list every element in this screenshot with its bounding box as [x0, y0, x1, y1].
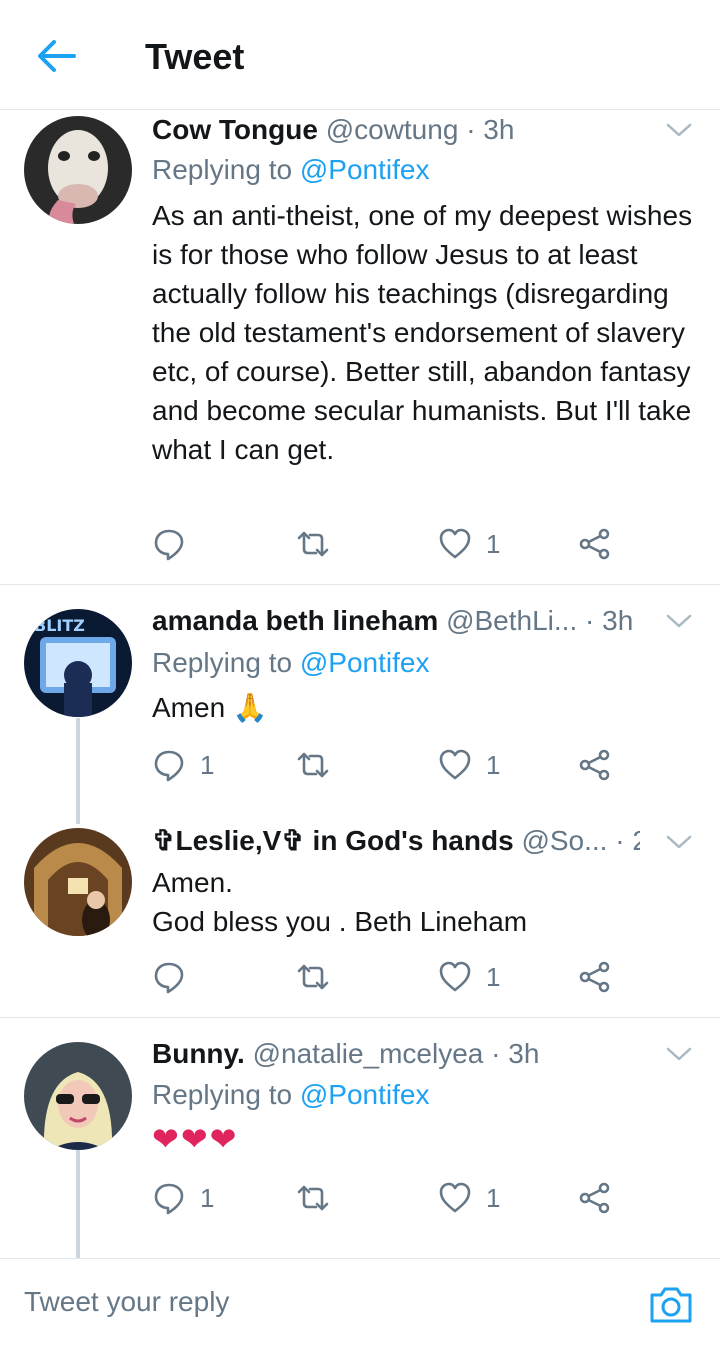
avatar[interactable]: [24, 116, 132, 224]
display-name[interactable]: Bunny.: [152, 1038, 245, 1069]
tweet-text: As an anti-theist, one of my deepest wis…: [152, 200, 693, 465]
timestamp: 3h: [508, 1038, 540, 1069]
like-button[interactable]: 1: [438, 957, 500, 997]
tweet-actions: 1 1: [152, 1178, 632, 1218]
retweet-button[interactable]: [296, 1178, 344, 1218]
avatar[interactable]: BLITZ: [24, 609, 132, 717]
like-button[interactable]: 1: [438, 745, 500, 785]
tweet-text: Amen. God bless you . Beth Lineham: [152, 863, 698, 941]
tweet-cow-tongue[interactable]: Cow Tongue @cowtung · 3h Replying to @Po…: [0, 110, 720, 584]
share-button[interactable]: [578, 957, 612, 997]
reply-icon: [154, 962, 184, 994]
tweet-leslie[interactable]: ✞Leslie,V✞ in God's hands @So... · 2h Am…: [0, 810, 720, 1016]
like-button[interactable]: 1: [438, 1178, 500, 1218]
user-handle[interactable]: @BethLi...: [446, 605, 577, 636]
tweet-text: ❤❤❤: [152, 1121, 239, 1157]
like-icon: [439, 528, 471, 559]
retweet-icon: [297, 531, 329, 557]
retweet-icon: [297, 964, 329, 990]
reply-button[interactable]: 1: [152, 745, 214, 785]
back-arrow-icon: [38, 40, 76, 72]
timestamp: 3h: [602, 605, 634, 636]
retweet-icon: [297, 1185, 329, 1211]
reply-count: 1: [200, 749, 215, 780]
retweet-button[interactable]: [296, 745, 344, 785]
share-button[interactable]: [578, 745, 612, 785]
user-handle[interactable]: @natalie_mcelyea: [253, 1038, 484, 1069]
tweet-header: Bunny. @natalie_mcelyea · 3h: [152, 1038, 640, 1070]
tweet-amanda-beth-lineham[interactable]: BLITZ amanda beth lineham @BethLi... · 3…: [0, 585, 720, 810]
tweet-actions: 1: [152, 957, 632, 997]
share-icon: [579, 1182, 610, 1214]
share-icon: [579, 961, 610, 993]
separator-dot: ·: [466, 114, 476, 145]
like-count: 1: [486, 749, 501, 780]
avatar[interactable]: [24, 828, 132, 936]
tweet-bunny[interactable]: Bunny. @natalie_mcelyea · 3h Replying to…: [0, 1018, 720, 1258]
user-handle[interactable]: @So...: [521, 825, 607, 856]
display-name[interactable]: ✞Leslie,V✞ in God's hands: [152, 825, 514, 856]
timestamp: 3h: [483, 114, 515, 145]
avatar[interactable]: [24, 1042, 132, 1150]
tweet-text-line: Amen.: [152, 867, 233, 898]
separator-dot: ·: [615, 825, 625, 856]
like-count: 1: [486, 1182, 501, 1213]
tweet-header: amanda beth lineham @BethLi... · 3h: [152, 605, 640, 637]
retweet-icon: [297, 752, 329, 778]
replying-to-label: Replying to: [152, 1079, 293, 1110]
tweet-text: Amen 🙏: [152, 692, 268, 723]
reply-button[interactable]: [152, 957, 200, 997]
tweet-text-line: God bless you . Beth Lineham: [152, 906, 528, 937]
like-icon: [439, 961, 471, 992]
tweet-header: Cow Tongue @cowtung · 3h: [152, 114, 640, 146]
reply-button[interactable]: 1: [152, 1178, 214, 1218]
mention-link[interactable]: @Pontifex: [300, 1079, 430, 1110]
share-button[interactable]: [578, 524, 612, 564]
like-button[interactable]: 1: [438, 524, 500, 564]
retweet-button[interactable]: [296, 957, 344, 997]
share-icon: [579, 749, 610, 781]
replying-to: Replying to @Pontifex: [152, 1079, 429, 1111]
reply-count: 1: [200, 1182, 215, 1213]
tweet-actions: 1: [152, 524, 632, 564]
replying-to-label: Replying to: [152, 647, 293, 678]
reply-icon: [154, 750, 184, 782]
reply-icon: [154, 529, 184, 561]
timestamp: 2h: [632, 825, 640, 856]
share-button[interactable]: [578, 1178, 612, 1218]
like-icon: [439, 749, 471, 780]
separator-dot: ·: [585, 605, 595, 636]
chevron-down-icon[interactable]: [666, 1046, 692, 1062]
top-bar: Tweet: [0, 0, 720, 110]
replying-to-label: Replying to: [152, 154, 293, 185]
separator-dot: ·: [491, 1038, 501, 1069]
chevron-down-icon[interactable]: [666, 834, 692, 850]
display-name[interactable]: Cow Tongue: [152, 114, 318, 145]
share-icon: [579, 528, 610, 560]
page-title: Tweet: [145, 36, 245, 77]
like-count: 1: [486, 528, 501, 559]
mention-link[interactable]: @Pontifex: [300, 154, 430, 185]
replying-to: Replying to @Pontifex: [152, 154, 429, 186]
svg-text:BLITZ: BLITZ: [34, 616, 85, 635]
chevron-down-icon[interactable]: [666, 122, 692, 138]
tweet-header: ✞Leslie,V✞ in God's hands @So... · 2h: [152, 824, 640, 857]
chevron-down-icon[interactable]: [666, 613, 692, 629]
camera-button[interactable]: [648, 1285, 694, 1325]
mention-link[interactable]: @Pontifex: [300, 647, 430, 678]
retweet-button[interactable]: [296, 524, 344, 564]
reply-button[interactable]: [152, 524, 200, 564]
reply-composer: [0, 1258, 720, 1345]
like-icon: [439, 1182, 471, 1213]
reply-input[interactable]: [24, 1277, 584, 1327]
display-name[interactable]: amanda beth lineham: [152, 605, 438, 636]
replying-to: Replying to @Pontifex: [152, 647, 429, 679]
reply-icon: [154, 1183, 184, 1215]
like-count: 1: [486, 961, 501, 992]
back-button[interactable]: [36, 38, 76, 74]
camera-icon: [650, 1287, 692, 1323]
tweet-actions: 1 1: [152, 745, 632, 785]
user-handle[interactable]: @cowtung: [326, 114, 459, 145]
